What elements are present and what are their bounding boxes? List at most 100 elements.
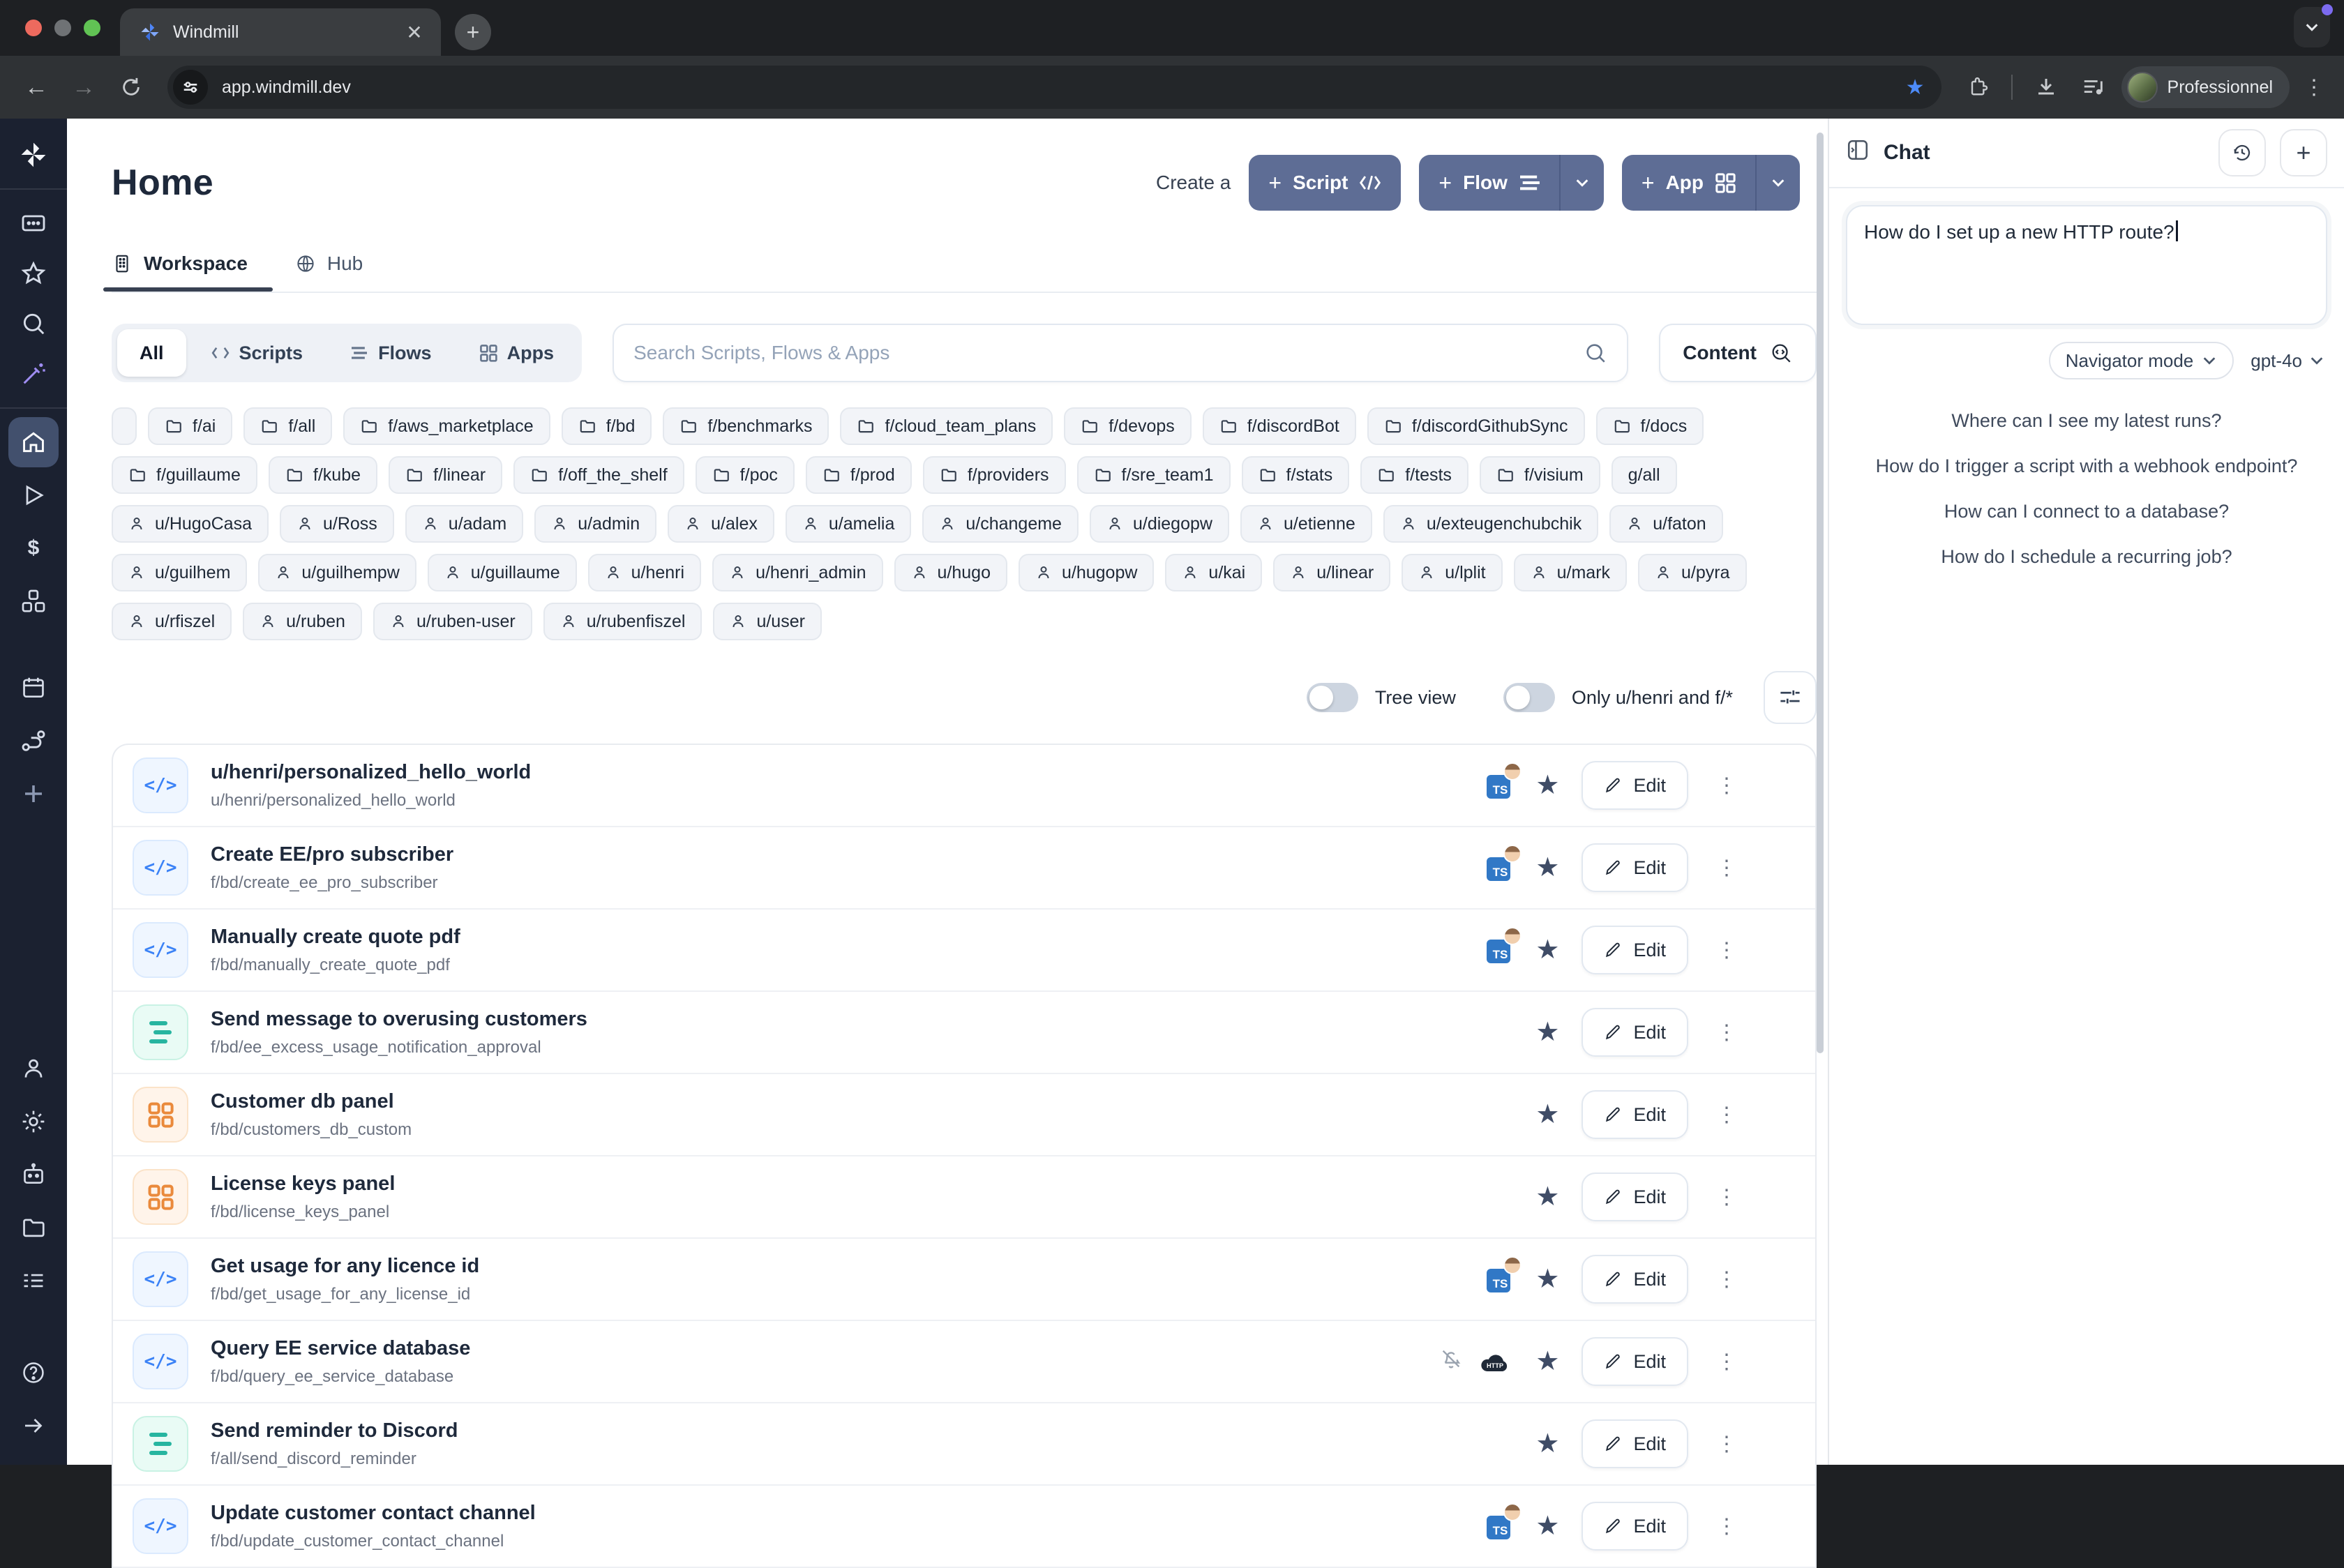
folder-chip[interactable]: f/discordBot (1203, 407, 1356, 445)
home-icon[interactable] (8, 417, 59, 467)
workspace-switcher-icon[interactable] (8, 198, 59, 248)
create-app-button[interactable]: +App (1622, 155, 1800, 211)
edit-button[interactable]: Edit (1582, 843, 1688, 892)
user-chip[interactable]: u/guilhem (112, 554, 247, 591)
user-chip[interactable]: u/admin (534, 505, 656, 543)
create-flow-button[interactable]: +Flow (1419, 155, 1603, 211)
list-item[interactable]: Send reminder to Discordf/all/send_disco… (113, 1403, 1815, 1486)
filter-all[interactable]: All (117, 329, 186, 377)
folder-chip[interactable]: f/discordGithubSync (1367, 407, 1585, 445)
favorite-star-icon[interactable]: ★ (1535, 772, 1559, 799)
user-chip[interactable]: u/guillaume (428, 554, 577, 591)
user-chip[interactable]: u/faton (1609, 505, 1722, 543)
chat-suggestion[interactable]: How can I connect to a database? (1944, 501, 2229, 522)
folder-chip[interactable]: f/prod (806, 456, 912, 494)
user-chip[interactable]: u/adam (405, 505, 523, 543)
content-search-button[interactable]: Content (1659, 324, 1817, 382)
folder-chip[interactable]: f/aws_marketplace (343, 407, 550, 445)
item-menu-kebab-icon[interactable]: ⋮ (1716, 774, 1737, 798)
item-menu-kebab-icon[interactable]: ⋮ (1716, 856, 1737, 880)
edit-button[interactable]: Edit (1582, 1502, 1688, 1551)
collapse-sidebar-icon[interactable] (8, 1401, 59, 1451)
folders-icon[interactable] (8, 1203, 59, 1253)
folder-chip[interactable]: f/tests (1360, 456, 1468, 494)
favorite-star-icon[interactable]: ★ (1535, 1431, 1559, 1457)
window-controls[interactable] (0, 0, 120, 56)
folder-chip[interactable]: f/providers (923, 456, 1066, 494)
list-item[interactable]: </>Manually create quote pdff/bd/manuall… (113, 910, 1815, 992)
edit-button[interactable]: Edit (1582, 1255, 1688, 1304)
url-bar[interactable]: app.windmill.dev ★ (167, 66, 1941, 109)
favorite-star-icon[interactable]: ★ (1535, 1513, 1559, 1539)
close-window-button[interactable] (25, 20, 42, 36)
global-search-icon[interactable] (8, 299, 59, 349)
user-chip[interactable]: u/linear (1273, 554, 1390, 591)
group-chip[interactable]: g/all (1612, 456, 1677, 494)
user-chip[interactable]: u/hugopw (1019, 554, 1154, 591)
favorite-star-icon[interactable]: ★ (1535, 937, 1559, 963)
user-chip[interactable]: u/diegopw (1090, 505, 1229, 543)
triggers-route-icon[interactable] (8, 716, 59, 766)
forward-icon[interactable]: → (64, 68, 103, 107)
bookmark-star-icon[interactable]: ★ (1906, 75, 1933, 100)
chat-suggestion[interactable]: How do I schedule a recurring job? (1941, 546, 2232, 568)
chat-history-button[interactable] (2218, 129, 2266, 176)
list-item[interactable]: </>u/henri/personalized_hello_worldu/hen… (113, 745, 1815, 827)
folder-chip[interactable]: f/docs (1596, 407, 1704, 445)
favorite-star-icon[interactable]: ★ (1535, 1019, 1559, 1046)
folder-chip[interactable]: f/kube (269, 456, 377, 494)
search-input[interactable]: Search Scripts, Flows & Apps (613, 324, 1628, 382)
new-tab-button[interactable]: + (455, 14, 491, 50)
windmill-logo[interactable] (8, 130, 59, 180)
list-item[interactable]: </>Create EE/pro subscriberf/bd/create_e… (113, 827, 1815, 910)
list-settings-button[interactable] (1764, 671, 1817, 724)
user-chip[interactable]: u/lplit (1402, 554, 1502, 591)
item-menu-kebab-icon[interactable]: ⋮ (1716, 1350, 1737, 1374)
edit-button[interactable]: Edit (1582, 1008, 1688, 1057)
folder-chip[interactable]: f/poc (696, 456, 795, 494)
item-menu-kebab-icon[interactable]: ⋮ (1716, 1020, 1737, 1045)
browser-profile[interactable]: Professionnel (2121, 66, 2290, 108)
favorite-star-icon[interactable]: ★ (1535, 1266, 1559, 1292)
user-chip[interactable]: u/kai (1165, 554, 1262, 591)
filter-flows[interactable]: Flows (328, 329, 454, 377)
runs-play-icon[interactable] (8, 470, 59, 520)
create-script-button[interactable]: +Script (1249, 155, 1401, 211)
fullscreen-window-button[interactable] (84, 20, 100, 36)
resources-boxes-icon[interactable] (8, 576, 59, 626)
user-chip[interactable]: u/alex (668, 505, 774, 543)
browser-chevron-button[interactable] (2294, 7, 2330, 47)
item-menu-kebab-icon[interactable]: ⋮ (1716, 1185, 1737, 1209)
favorites-star-icon[interactable] (8, 248, 59, 299)
folder-chip[interactable]: f/cloud_team_plans (840, 407, 1053, 445)
folder-chip[interactable]: f/bd (562, 407, 652, 445)
user-chip[interactable]: u/user (713, 603, 821, 640)
create-app-dropdown[interactable] (1755, 155, 1800, 211)
back-icon[interactable]: ← (17, 68, 56, 107)
favorite-star-icon[interactable]: ★ (1535, 1348, 1559, 1375)
settings-gear-icon[interactable] (8, 1096, 59, 1147)
help-icon[interactable] (8, 1348, 59, 1398)
list-item[interactable]: Customer db panelf/bd/customers_db_custo… (113, 1074, 1815, 1156)
browser-tab[interactable]: Windmill ✕ (120, 8, 441, 56)
item-menu-kebab-icon[interactable]: ⋮ (1716, 1432, 1737, 1456)
item-menu-kebab-icon[interactable]: ⋮ (1716, 1267, 1737, 1292)
collapse-panel-icon[interactable] (1846, 138, 1870, 167)
tab-hub[interactable]: Hub (295, 252, 363, 292)
chat-suggestion[interactable]: How do I trigger a script with a webhook… (1876, 455, 2298, 477)
chip-stub[interactable] (112, 407, 137, 445)
list-item[interactable]: License keys panelf/bd/license_keys_pane… (113, 1156, 1815, 1239)
favorite-star-icon[interactable]: ★ (1535, 1184, 1559, 1210)
user-chip[interactable]: u/henri (588, 554, 701, 591)
edit-button[interactable]: Edit (1582, 1419, 1688, 1468)
edit-button[interactable]: Edit (1582, 926, 1688, 974)
list-item[interactable]: </>Update customer contact channelf/bd/u… (113, 1486, 1815, 1568)
folder-chip[interactable]: f/linear (389, 456, 502, 494)
folder-chip[interactable]: f/sre_team1 (1077, 456, 1231, 494)
favorite-star-icon[interactable]: ★ (1535, 1101, 1559, 1128)
media-playlist-icon[interactable] (2074, 68, 2113, 107)
user-chip[interactable]: u/rubenfiszel (543, 603, 703, 640)
list-item[interactable]: </>Query EE service databasef/bd/query_e… (113, 1321, 1815, 1403)
edit-button[interactable]: Edit (1582, 761, 1688, 810)
site-settings-icon[interactable] (173, 70, 208, 105)
